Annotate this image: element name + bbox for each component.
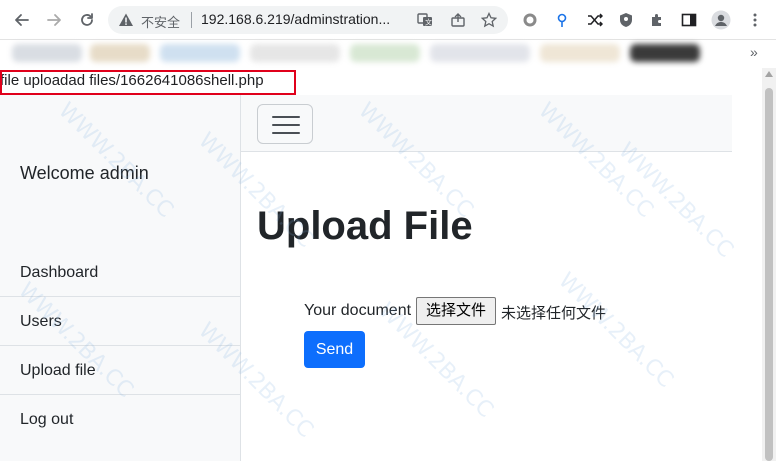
warning-icon[interactable] bbox=[118, 12, 134, 28]
puzzle-extensions-icon[interactable] bbox=[647, 10, 667, 30]
blurred-bookmark[interactable] bbox=[90, 44, 150, 62]
bookmarks-bar: » bbox=[0, 40, 776, 66]
omnibox-divider bbox=[191, 12, 192, 28]
more-bookmarks-chevron-icon[interactable]: » bbox=[750, 44, 758, 60]
reload-icon[interactable] bbox=[75, 8, 99, 32]
page-title: Upload File bbox=[257, 204, 473, 248]
send-button[interactable]: Send bbox=[304, 331, 365, 368]
blurred-bookmark[interactable] bbox=[160, 44, 240, 62]
sidebar-item-log-out[interactable]: Log out bbox=[0, 395, 240, 444]
svg-text:文: 文 bbox=[425, 18, 432, 27]
top-navbar bbox=[241, 95, 732, 152]
watermark: WWW.2BA.CC bbox=[553, 268, 678, 393]
sidebar: Welcome admin Dashboard Users Upload fil… bbox=[0, 95, 241, 461]
blurred-bookmark[interactable] bbox=[350, 44, 420, 62]
page-viewport: Welcome admin Dashboard Users Upload fil… bbox=[0, 68, 776, 461]
browser-toolbar: 不安全 192.168.6.219/adminstration... 文 bbox=[0, 0, 776, 40]
browser-menu-icon[interactable] bbox=[745, 10, 765, 30]
file-status-text: 未选择任何文件 bbox=[501, 305, 607, 322]
sidebar-item-users[interactable]: Users bbox=[0, 297, 240, 346]
hamburger-icon-line bbox=[272, 124, 300, 126]
sidebar-item-upload-file[interactable]: Upload file bbox=[0, 346, 240, 395]
blurred-bookmark[interactable] bbox=[430, 44, 530, 62]
hamburger-icon-line bbox=[272, 132, 300, 134]
sidebar-item-dashboard[interactable]: Dashboard bbox=[0, 248, 240, 297]
shield-extension-icon[interactable] bbox=[616, 10, 636, 30]
share-icon[interactable] bbox=[449, 11, 467, 29]
profile-avatar-icon[interactable] bbox=[711, 10, 731, 30]
hamburger-icon bbox=[272, 116, 300, 118]
blurred-bookmark[interactable] bbox=[540, 44, 620, 62]
document-label: Your document bbox=[304, 302, 412, 319]
choose-file-button[interactable]: 选择文件 bbox=[416, 297, 496, 325]
shuffle-extension-icon[interactable] bbox=[585, 10, 605, 30]
watermark: WWW.2BA.CC bbox=[613, 138, 738, 263]
address-bar[interactable]: 不安全 192.168.6.219/adminstration... 文 bbox=[108, 6, 508, 34]
bookmark-star-icon[interactable] bbox=[480, 11, 498, 29]
translate-icon[interactable]: 文 bbox=[416, 11, 434, 29]
page-scrollbar[interactable] bbox=[732, 68, 776, 461]
blurred-bookmark[interactable] bbox=[250, 44, 340, 62]
record-extension-icon[interactable] bbox=[520, 10, 540, 30]
url-text[interactable]: 192.168.6.219/adminstration... bbox=[201, 11, 390, 27]
blurred-bookmark[interactable] bbox=[12, 44, 82, 62]
welcome-text: Welcome admin bbox=[20, 163, 149, 183]
scroll-up-arrow-icon[interactable] bbox=[765, 71, 773, 77]
highlight-box bbox=[0, 70, 296, 95]
menu-toggle-button[interactable] bbox=[257, 104, 313, 144]
side-panel-icon[interactable] bbox=[679, 10, 699, 30]
scrollbar-thumb[interactable] bbox=[765, 88, 773, 461]
forward-arrow-icon[interactable] bbox=[42, 8, 66, 32]
location-pin-extension-icon[interactable] bbox=[552, 10, 572, 30]
blurred-bookmark[interactable] bbox=[630, 44, 700, 62]
back-arrow-icon[interactable] bbox=[10, 8, 34, 32]
insecure-label[interactable]: 不安全 bbox=[141, 12, 180, 31]
